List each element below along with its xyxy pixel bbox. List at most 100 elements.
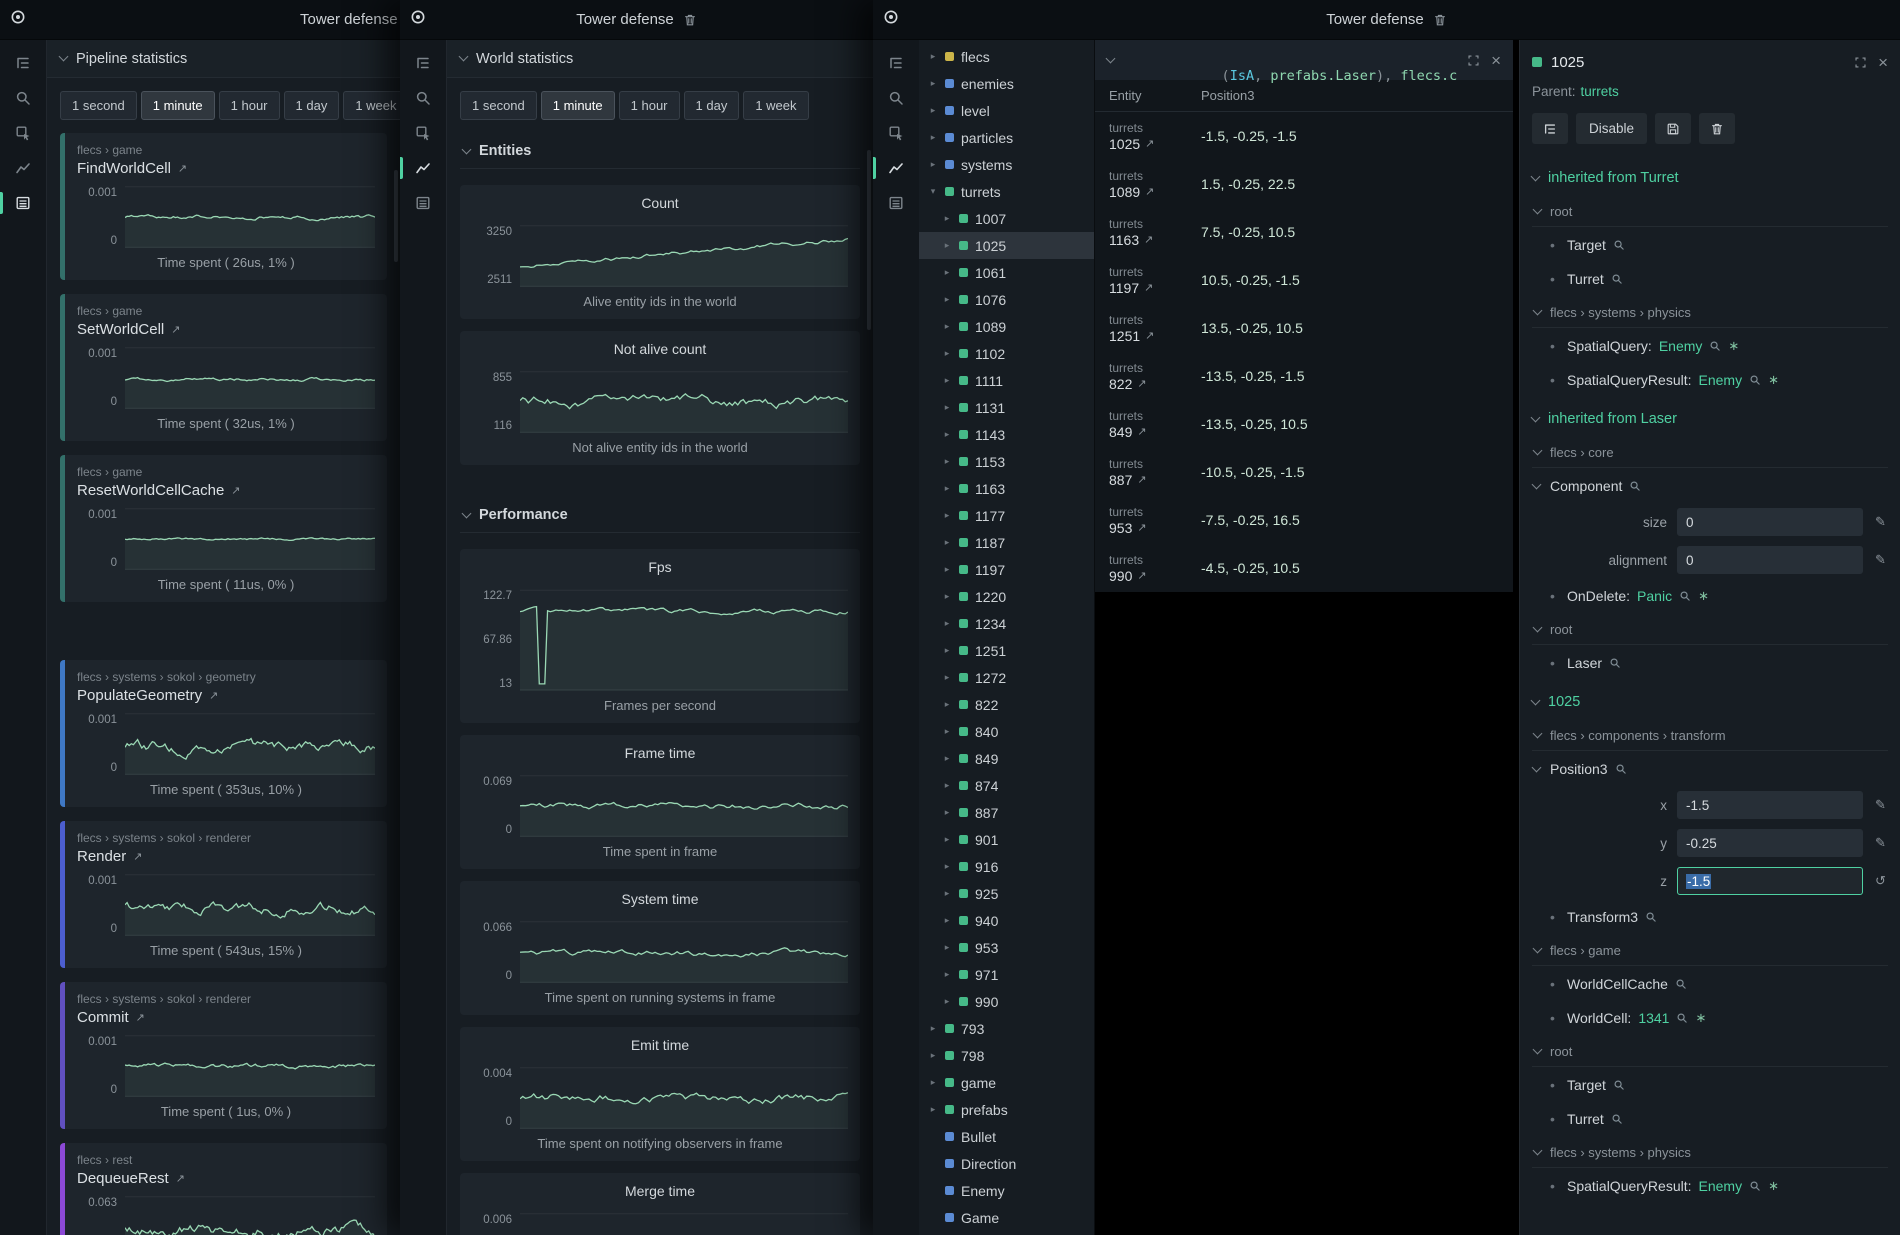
expand-arrow-icon[interactable]: ▸: [942, 510, 952, 521]
expand-arrow-icon[interactable]: ▸: [942, 294, 952, 305]
pair-icon[interactable]: ∗: [1698, 588, 1709, 604]
query-result-row[interactable]: turrets 822 ↗ -13.5, -0.25, -1.5: [1095, 352, 1513, 400]
search-icon[interactable]: [1709, 340, 1721, 352]
expand-arrow-icon[interactable]: ▸: [942, 429, 952, 440]
scrollbar-thumb[interactable]: [394, 170, 398, 262]
system-name-link[interactable]: PopulateGeometry ↗: [77, 687, 375, 704]
inspect-icon[interactable]: [410, 120, 436, 146]
tree-item[interactable]: ▸ game: [919, 1069, 1094, 1096]
fullscreen-icon[interactable]: [1467, 54, 1480, 67]
entity-link[interactable]: 1197 ↗: [1109, 280, 1191, 296]
save-button[interactable]: [1655, 113, 1691, 144]
entity-link[interactable]: 990 ↗: [1109, 568, 1191, 584]
inspector-path-header[interactable]: flecs › components › transform: [1532, 721, 1888, 751]
edit-icon[interactable]: ✎: [1873, 797, 1888, 813]
expand-arrow-icon[interactable]: ▸: [928, 78, 938, 89]
expand-arrow-icon[interactable]: ▸: [942, 213, 952, 224]
expand-arrow-icon[interactable]: ▸: [928, 1077, 938, 1088]
search-icon[interactable]: [1613, 1079, 1625, 1091]
inspector-path-header[interactable]: flecs › systems › physics: [1532, 298, 1888, 328]
expand-arrow-icon[interactable]: ▸: [942, 699, 952, 710]
expand-arrow-icon[interactable]: ▸: [928, 1104, 938, 1115]
search-icon[interactable]: [1609, 657, 1621, 669]
chart-view-icon[interactable]: [10, 155, 36, 181]
search-icon[interactable]: [883, 85, 909, 111]
system-name-link[interactable]: FindWorldCell ↗: [77, 160, 375, 177]
expand-arrow-icon[interactable]: ▸: [942, 780, 952, 791]
expand-arrow-icon[interactable]: ▸: [942, 645, 952, 656]
inspector-path-header[interactable]: root: [1532, 197, 1888, 227]
disable-button[interactable]: Disable: [1576, 113, 1647, 144]
tree-item[interactable]: ▸ level: [919, 97, 1094, 124]
expand-arrow-icon[interactable]: ▸: [942, 402, 952, 413]
tree-item[interactable]: ▸ 1061: [919, 259, 1094, 286]
tree-item[interactable]: ▸ enemies: [919, 70, 1094, 97]
component-value[interactable]: Enemy: [1659, 338, 1703, 354]
component-row[interactable]: • SpatialQueryResult: Enemy ∗: [1520, 1169, 1900, 1203]
query-result-row[interactable]: turrets 1197 ↗ 10.5, -0.25, -1.5: [1095, 256, 1513, 304]
time-range-button[interactable]: 1 minute: [141, 91, 215, 120]
entity-link[interactable]: 822 ↗: [1109, 376, 1191, 392]
tree-view-icon[interactable]: [10, 50, 36, 76]
expand-arrow-icon[interactable]: ▸: [942, 753, 952, 764]
query-result-row[interactable]: turrets 1251 ↗ 13.5, -0.25, 10.5: [1095, 304, 1513, 352]
query-result-row[interactable]: turrets 953 ↗ -7.5, -0.25, 16.5: [1095, 496, 1513, 544]
expand-arrow-icon[interactable]: ▸: [942, 321, 952, 332]
field-input[interactable]: 0: [1677, 508, 1863, 536]
time-range-button[interactable]: 1 second: [460, 91, 537, 120]
entity-link[interactable]: 849 ↗: [1109, 424, 1191, 440]
expand-arrow-icon[interactable]: ▸: [942, 537, 952, 548]
tree-item[interactable]: ▸ 840: [919, 718, 1094, 745]
expand-arrow-icon[interactable]: ▸: [942, 672, 952, 683]
expand-arrow-icon[interactable]: ▸: [942, 591, 952, 602]
expand-arrow-icon[interactable]: ▸: [942, 240, 952, 251]
component-row[interactable]: • Laser: [1520, 646, 1900, 680]
expand-arrow-icon[interactable]: ▸: [942, 807, 952, 818]
query-result-row[interactable]: turrets 1163 ↗ 7.5, -0.25, 10.5: [1095, 208, 1513, 256]
tree-item[interactable]: ▸ 1102: [919, 340, 1094, 367]
expand-arrow-icon[interactable]: ▸: [942, 861, 952, 872]
component-row[interactable]: • Turret: [1520, 262, 1900, 296]
time-range-button[interactable]: 1 week: [743, 91, 808, 120]
entity-link[interactable]: 1025 ↗: [1109, 136, 1191, 152]
search-icon[interactable]: [1645, 911, 1657, 923]
tree-item[interactable]: ▸ 953: [919, 934, 1094, 961]
field-input-focused[interactable]: -1.5: [1677, 867, 1863, 895]
inspector-path-header[interactable]: root: [1532, 1037, 1888, 1067]
time-range-button[interactable]: 1 day: [684, 91, 740, 120]
tree-item[interactable]: ▸ 940: [919, 907, 1094, 934]
expand-arrow-icon[interactable]: ▸: [942, 726, 952, 737]
system-name-link[interactable]: DequeueRest ↗: [77, 1170, 375, 1187]
tree-item[interactable]: Enemy: [919, 1177, 1094, 1204]
pair-icon[interactable]: ∗: [1768, 372, 1779, 388]
tree-view-icon[interactable]: [883, 50, 909, 76]
expand-arrow-icon[interactable]: ▸: [942, 456, 952, 467]
titlebar-trash-button[interactable]: [1433, 13, 1447, 27]
time-range-button[interactable]: 1 second: [60, 91, 137, 120]
inspector-section-header[interactable]: inherited from Turret: [1520, 156, 1900, 195]
edit-icon[interactable]: ✎: [1873, 514, 1888, 530]
expand-arrow-icon[interactable]: ▸: [928, 1050, 938, 1061]
tree-item[interactable]: ▸ 971: [919, 961, 1094, 988]
stats-view-icon[interactable]: [10, 190, 36, 216]
expand-arrow-icon[interactable]: ▸: [942, 888, 952, 899]
tree-item[interactable]: ▸ 1153: [919, 448, 1094, 475]
entity-link[interactable]: 1089 ↗: [1109, 184, 1191, 200]
tree-item[interactable]: ▸ 1089: [919, 313, 1094, 340]
time-range-button[interactable]: 1 hour: [219, 91, 280, 120]
query-result-row[interactable]: turrets 1089 ↗ 1.5, -0.25, 22.5: [1095, 160, 1513, 208]
stats-view-icon[interactable]: [410, 190, 436, 216]
search-icon[interactable]: [1611, 1113, 1623, 1125]
tree-item[interactable]: Bullet: [919, 1123, 1094, 1150]
expand-arrow-icon[interactable]: ▸: [928, 132, 938, 143]
search-icon[interactable]: [1613, 239, 1625, 251]
tree-item[interactable]: ▸ 1177: [919, 502, 1094, 529]
expand-arrow-icon[interactable]: ▸: [942, 267, 952, 278]
expand-arrow-icon[interactable]: ▸: [942, 483, 952, 494]
component-row[interactable]: • OnDelete: Panic ∗: [1520, 579, 1900, 613]
tree-item[interactable]: Health: [919, 1231, 1094, 1235]
search-icon[interactable]: [10, 85, 36, 111]
inspector-path-header[interactable]: flecs › game: [1532, 936, 1888, 966]
expand-arrow-icon[interactable]: ▸: [942, 942, 952, 953]
search-icon[interactable]: [1615, 763, 1627, 775]
